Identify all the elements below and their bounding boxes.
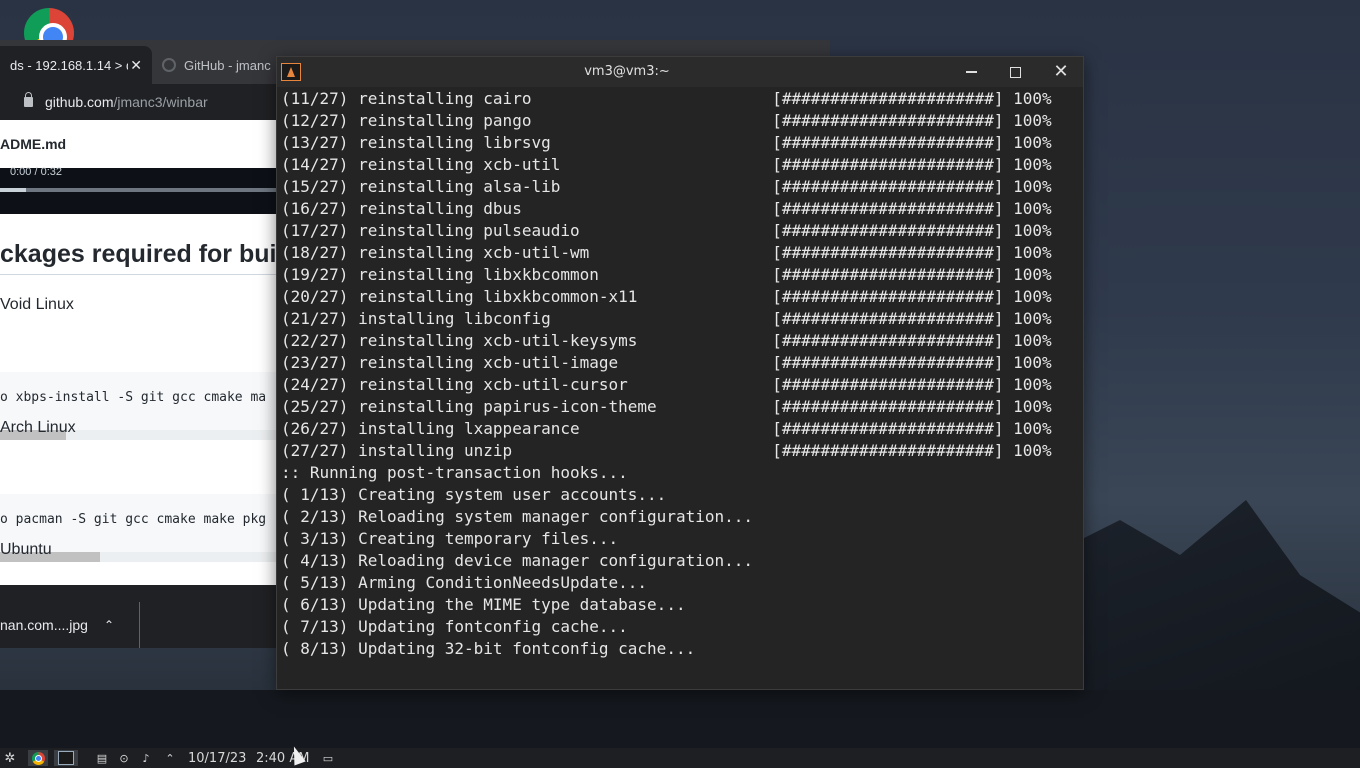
terminal-line: (17/27) reinstalling pulseaudio [#######… [281, 221, 1052, 240]
terminal-line: (20/27) reinstalling libxkbcommon-x11 [#… [281, 287, 1052, 306]
terminal-line: (22/27) reinstalling xcb-util-keysyms [#… [281, 331, 1052, 350]
tab-label: ds - 192.168.1.14 > dc [10, 57, 128, 73]
video-player[interactable]: 0:00 / 0:32 [0, 166, 276, 214]
volume-muted-icon[interactable]: ♪ [138, 750, 154, 766]
section-heading: ckages required for buil [0, 240, 276, 268]
terminal-output[interactable]: (11/27) reinstalling cairo [############… [281, 88, 1081, 686]
download-filename: nan.com....jpg [0, 617, 88, 633]
close-icon: ✕ [1053, 61, 1069, 82]
github-icon [162, 58, 176, 72]
video-progress-played [0, 188, 26, 192]
github-page: ADME.md 0:00 / 0:32 ckages required for … [0, 120, 276, 585]
maximize-icon [1009, 66, 1021, 78]
readme-header: ADME.md [0, 120, 276, 168]
app-launcher-icon[interactable]: ✲ [2, 750, 18, 766]
clipboard-icon[interactable]: ▤ [94, 750, 110, 766]
readme-title: ADME.md [0, 136, 67, 152]
distro-heading: Void Linux [0, 296, 74, 313]
terminal-window[interactable]: vm3@vm3:~ ✕ (11/27) reinstalling cairo [… [276, 56, 1084, 690]
minimize-icon [965, 71, 977, 73]
chevron-up-icon[interactable]: ⌃ [104, 618, 114, 632]
terminal-line: ( 2/13) Reloading system manager configu… [281, 507, 754, 526]
desktop-ground [0, 690, 1360, 748]
show-desktop-icon[interactable]: ▭ [320, 750, 336, 766]
tab-close-icon[interactable]: ✕ [130, 57, 142, 74]
chevron-up-icon[interactable]: ⌃ [162, 750, 178, 766]
tab-label: GitHub - jmanc [184, 57, 271, 73]
terminal-line: ( 7/13) Updating fontconfig cache... [281, 617, 628, 636]
taskbar-chrome[interactable] [28, 750, 48, 766]
alacritty-icon [58, 751, 74, 765]
chrome-icon [31, 751, 45, 765]
terminal-line: (25/27) reinstalling papirus-icon-theme … [281, 397, 1052, 416]
code-command: o xbps-install -S git gcc cmake ma [0, 390, 267, 405]
terminal-line: ( 6/13) Updating the MIME type database.… [281, 595, 686, 614]
video-progress-track[interactable] [0, 188, 276, 192]
terminal-line: (15/27) reinstalling alsa-lib [#########… [281, 177, 1052, 196]
terminal-line: ( 3/13) Creating temporary files... [281, 529, 619, 548]
tab-downloads[interactable]: ds - 192.168.1.14 > dc ✕ [0, 46, 152, 84]
terminal-line: (12/27) reinstalling pango [############… [281, 111, 1052, 130]
terminal-line: :: Running post-transaction hooks... [281, 463, 628, 482]
terminal-line: ( 8/13) Updating 32-bit fontconfig cache… [281, 639, 696, 658]
code-command: o pacman -S git gcc cmake make pkg [0, 512, 267, 527]
taskbar-date[interactable]: 10/17/23 [188, 750, 248, 766]
taskbar-time[interactable]: 2:40 AM [256, 750, 316, 766]
terminal-line: (18/27) reinstalling xcb-util-wm [######… [281, 243, 1052, 262]
distro-heading: Arch Linux [0, 419, 76, 436]
terminal-line: (26/27) installing lxappearance [#######… [281, 419, 1052, 438]
distro-heading: Ubuntu [0, 541, 52, 558]
taskbar-terminal[interactable] [54, 750, 78, 766]
video-time: 0:00 / 0:32 [10, 166, 62, 178]
terminal-line: (14/27) reinstalling xcb-util [#########… [281, 155, 1052, 174]
terminal-titlebar[interactable]: vm3@vm3:~ ✕ [277, 57, 1083, 87]
download-item[interactable]: nan.com....jpg ⌃ [0, 602, 140, 648]
terminal-line: (21/27) installing libconfig [##########… [281, 309, 1052, 328]
terminal-line: (11/27) reinstalling cairo [############… [281, 89, 1052, 108]
terminal-line: (27/27) installing unzip [##############… [281, 441, 1052, 460]
maximize-button[interactable] [993, 57, 1037, 87]
terminal-line: ( 5/13) Arming ConditionNeedsUpdate... [281, 573, 648, 592]
close-button[interactable]: ✕ [1039, 57, 1083, 87]
heading-divider [0, 274, 276, 275]
terminal-line: ( 4/13) Reloading device manager configu… [281, 551, 754, 570]
terminal-line: (24/27) reinstalling xcb-util-cursor [##… [281, 375, 1052, 394]
terminal-line: (19/27) reinstalling libxkbcommon [#####… [281, 265, 1052, 284]
terminal-title: vm3@vm3:~ [584, 64, 670, 79]
media-player-icon[interactable]: ⊙ [116, 750, 132, 766]
terminal-line: (23/27) reinstalling xcb-util-image [###… [281, 353, 1052, 372]
url-host: github.com [45, 94, 114, 110]
terminal-line: (16/27) reinstalling dbus [#############… [281, 199, 1052, 218]
url-path: /jmanc3/winbar [113, 94, 208, 110]
terminal-line: ( 1/13) Creating system user accounts... [281, 485, 667, 504]
minimize-button[interactable] [949, 57, 993, 87]
lock-icon[interactable] [24, 92, 33, 107]
taskbar: ✲ ▤ ⊙ ♪ ⌃ 10/17/23 2:40 AM ▭ [0, 748, 1360, 768]
terminal-line: (13/27) reinstalling librsvg [##########… [281, 133, 1052, 152]
